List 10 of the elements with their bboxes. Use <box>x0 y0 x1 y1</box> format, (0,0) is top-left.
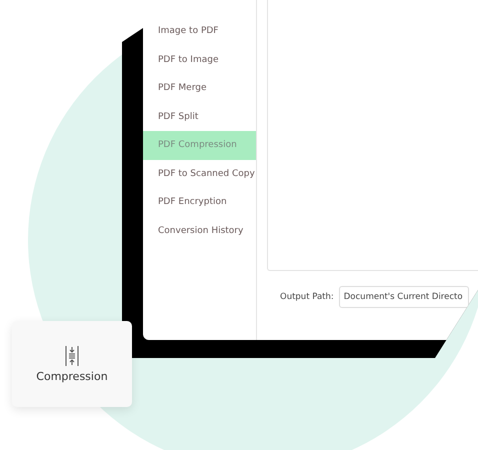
sidebar-item[interactable]: PDF Merge <box>143 74 256 102</box>
sidebar-item[interactable]: PDF Encryption <box>143 188 256 216</box>
sidebar-item[interactable]: PDF Split <box>143 102 256 131</box>
output-path-field[interactable]: Document's Current Directo <box>338 286 469 308</box>
output-path-label: Output Path: <box>280 292 334 302</box>
sidebar-item[interactable]: PDF to Scanned Copy <box>143 160 256 188</box>
sidebar-item[interactable]: Image to PDF <box>143 17 256 46</box>
card-label: Compression <box>36 370 108 383</box>
sidebar-item[interactable]: Conversion History <box>143 216 256 245</box>
sidebar-item[interactable]: PDF to Image <box>143 46 256 74</box>
